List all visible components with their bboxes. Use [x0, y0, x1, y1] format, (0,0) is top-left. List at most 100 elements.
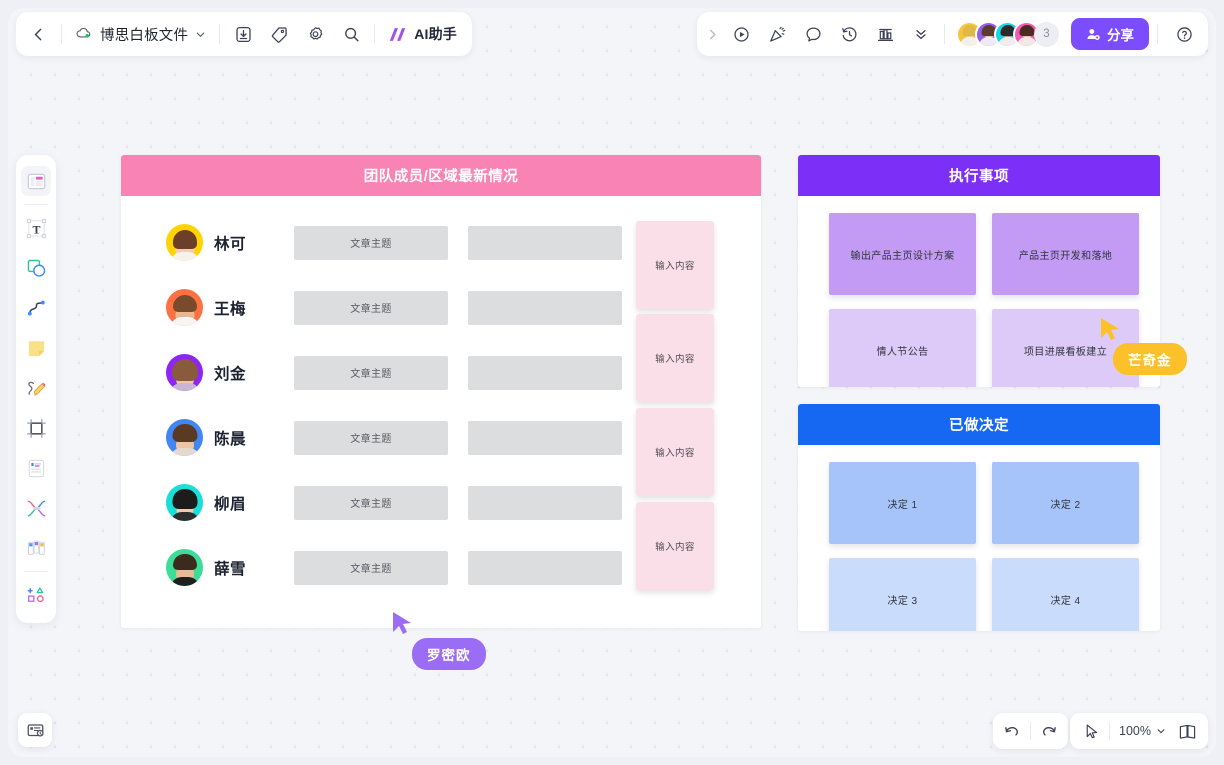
sidebar-item-mindmap[interactable] — [21, 493, 51, 523]
history-icon[interactable] — [831, 16, 867, 52]
decision-card[interactable]: 决定 2 — [992, 462, 1139, 544]
topic-cell[interactable]: 文章主题 — [294, 420, 448, 455]
comment-icon[interactable] — [795, 16, 831, 52]
cursor-label: 芒奇金 — [1113, 343, 1187, 375]
search-icon[interactable] — [333, 16, 369, 52]
sticky-note[interactable]: 输入内容 — [636, 221, 714, 309]
cursor-label: 罗密欧 — [412, 638, 486, 670]
detail-cell[interactable] — [468, 225, 622, 260]
decision-card[interactable]: 决定 1 — [829, 462, 976, 544]
present-mode-button[interactable] — [18, 713, 52, 747]
topbar-left: 博思白板文件 AI助手 — [16, 12, 473, 56]
detail-cell[interactable] — [468, 420, 622, 455]
redo-button[interactable] — [1034, 716, 1064, 746]
member-cell: 林可 — [166, 224, 287, 261]
celebrate-icon[interactable] — [759, 16, 795, 52]
whiteboard-app: 团队成员/区域最新情况 林可 文章主题 王梅 文章主题 刘金 文章主题 陈晨 文… — [0, 0, 1224, 765]
decision-card[interactable]: 决定 3 — [829, 558, 976, 631]
team-board-title: 团队成员/区域最新情况 — [121, 155, 761, 196]
ai-sparkle-icon — [390, 27, 406, 41]
ai-assistant-button[interactable]: AI助手 — [380, 17, 469, 51]
topic-cell[interactable]: 文章主题 — [294, 485, 448, 520]
topic-cell[interactable]: 文章主题 — [294, 225, 448, 260]
divider — [944, 24, 945, 44]
collaborator-overflow-count[interactable]: 3 — [1034, 21, 1059, 47]
play-icon[interactable] — [723, 16, 759, 52]
topic-cell[interactable]: 文章主题 — [294, 290, 448, 325]
member-name: 王梅 — [214, 300, 247, 318]
decisions-title: 已做决定 — [798, 404, 1160, 445]
zoom-level-selector[interactable]: 100% — [1113, 716, 1172, 746]
sidebar-item-card[interactable] — [21, 453, 51, 483]
sticky-note[interactable]: 输入内容 — [636, 314, 714, 402]
tool-rail: T — [16, 155, 56, 623]
svg-text:T: T — [32, 222, 40, 236]
zoom-level-label: 100% — [1119, 724, 1151, 738]
sticky-note-icon — [28, 340, 44, 356]
sidebar-item-kanban[interactable] — [21, 533, 51, 563]
decisions-panel: 已做决定 决定 1 决定 2 决定 3 决定 4 — [798, 404, 1160, 631]
collaborator-cursor-romeo: 罗密欧 — [390, 610, 486, 670]
member-cell: 刘金 — [166, 354, 287, 391]
sidebar-item-sticky-note[interactable] — [21, 333, 51, 363]
detail-cell[interactable] — [468, 290, 622, 325]
help-icon[interactable] — [1166, 16, 1202, 52]
cursor-pointer-icon — [393, 612, 411, 634]
sidebar-item-crop[interactable] — [21, 413, 51, 443]
pointer-tool-button[interactable] — [1076, 716, 1106, 746]
file-name-chip[interactable]: 博思白板文件 — [67, 16, 214, 52]
kanban-icon — [27, 540, 45, 555]
pages-button[interactable] — [1172, 716, 1202, 746]
text-icon: T — [26, 218, 46, 238]
sidebar-item-connector[interactable] — [21, 293, 51, 323]
cloud-sync-icon — [75, 25, 93, 43]
detail-cell[interactable] — [468, 485, 622, 520]
action-card[interactable]: 输出产品主页设计方案 — [829, 213, 976, 295]
sticky-note[interactable]: 输入内容 — [636, 502, 714, 590]
sidebar-item-shape[interactable] — [21, 253, 51, 283]
sidebar-item-pen[interactable] — [21, 373, 51, 403]
divider — [1157, 24, 1158, 44]
download-icon[interactable] — [225, 16, 261, 52]
file-name-label: 博思白板文件 — [100, 27, 189, 44]
detail-cell[interactable] — [468, 355, 622, 390]
more-icon[interactable] — [903, 16, 939, 52]
sidebar-item-more-shapes[interactable] — [21, 580, 51, 610]
chevron-left-icon — [34, 28, 41, 40]
chevron-down-icon — [1157, 729, 1165, 734]
sidebar-item-text[interactable]: T — [21, 213, 51, 243]
avatar — [166, 549, 203, 586]
collaborator-cursor-munchkin: 芒奇金 — [1098, 316, 1187, 375]
action-card[interactable]: 产品主页开发和落地 — [992, 213, 1139, 295]
member-name: 刘金 — [214, 365, 247, 383]
mindmap-icon — [27, 500, 45, 516]
topic-cell[interactable]: 文章主题 — [294, 355, 448, 390]
whiteboard-canvas[interactable]: 团队成员/区域最新情况 林可 文章主题 王梅 文章主题 刘金 文章主题 陈晨 文… — [8, 8, 1216, 757]
member-name: 林可 — [214, 235, 247, 253]
chevron-down-icon — [196, 32, 205, 37]
action-card[interactable]: 情人节公告 — [829, 309, 976, 387]
settings-icon[interactable] — [297, 16, 333, 52]
crop-icon — [26, 418, 46, 438]
chevron-right-icon[interactable] — [701, 16, 723, 52]
collaborator-avatars: 3 — [956, 20, 1059, 48]
decision-card[interactable]: 决定 4 — [992, 558, 1139, 631]
divider — [25, 204, 47, 205]
more-shapes-icon — [27, 586, 44, 602]
back-button[interactable] — [20, 16, 56, 52]
sidebar-item-frame[interactable] — [21, 166, 51, 196]
template-icon[interactable] — [867, 16, 903, 52]
topbar-right: 3 分享 — [697, 12, 1208, 56]
zoom-group: 100% — [1070, 713, 1208, 749]
connector-icon — [27, 300, 45, 316]
share-button[interactable]: 分享 — [1071, 18, 1149, 50]
frame-icon — [27, 173, 45, 189]
sticky-note[interactable]: 输入内容 — [636, 408, 714, 496]
member-name: 柳眉 — [214, 495, 247, 513]
undo-button[interactable] — [997, 716, 1027, 746]
presentation-icon — [27, 723, 44, 736]
tag-icon[interactable] — [261, 16, 297, 52]
detail-cell[interactable] — [468, 550, 622, 585]
topic-cell[interactable]: 文章主题 — [294, 550, 448, 585]
share-user-icon — [1087, 28, 1100, 40]
